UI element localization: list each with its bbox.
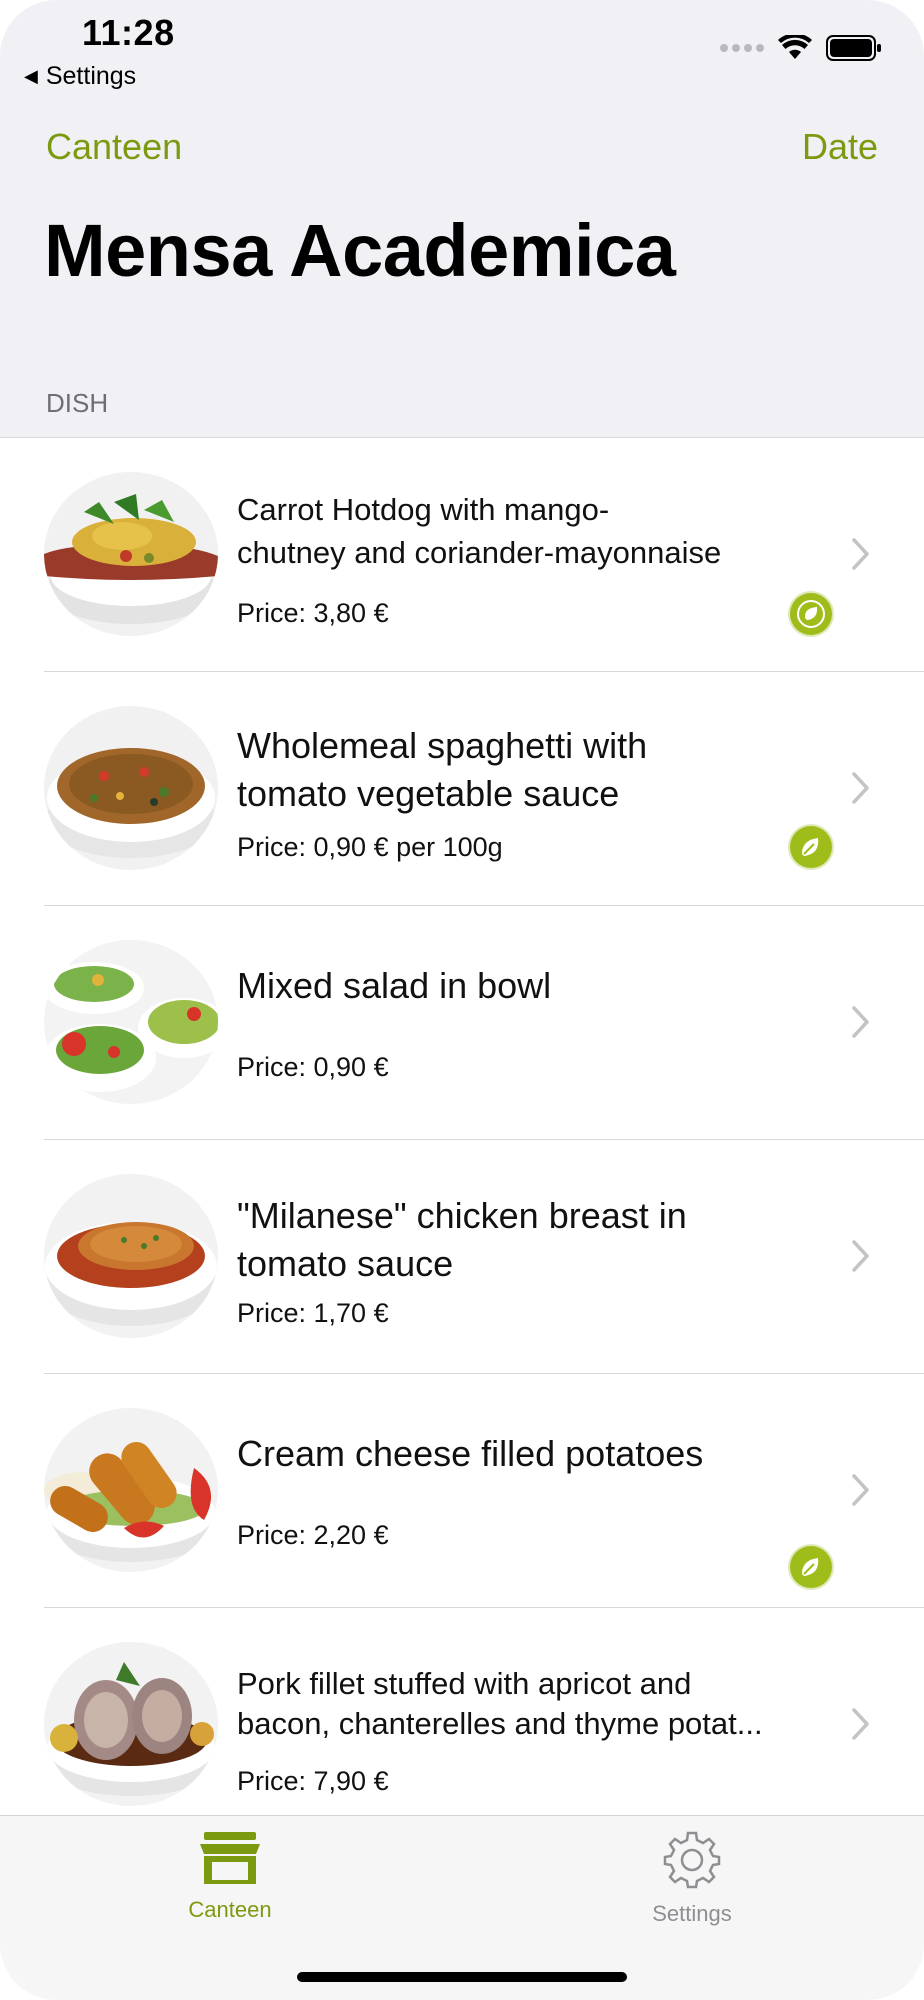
dish-photo — [44, 1408, 218, 1572]
back-app-label: Settings — [45, 62, 137, 90]
back-triangle-icon: ◀ — [24, 66, 38, 86]
dish-photo — [44, 1642, 218, 1806]
status-time: 11:28 — [82, 12, 175, 53]
chevron-right-icon — [852, 1006, 869, 1038]
back-to-app-button[interactable]: ◀ Settings — [24, 62, 136, 91]
tab-settings-label: Settings — [652, 1901, 732, 1926]
tab-canteen[interactable]: Canteen — [130, 1830, 330, 1923]
dish-row[interactable]: Mixed salad in bowl Price: 0,90 € — [0, 906, 924, 1140]
date-nav-button[interactable]: Date — [802, 126, 878, 168]
dish-name: Wholemeal spaghetti with tomato vegetabl… — [237, 725, 648, 814]
dish-name: Cream cheese filled potatoes — [237, 1433, 704, 1474]
chevron-right-icon — [852, 1240, 869, 1272]
app-screen: 11:28 ◀ Settings Canteen Date Mensa Acad… — [0, 0, 924, 2000]
chevron-right-icon — [852, 1474, 869, 1506]
dish-name: "Milanese" chicken breast in tomato sauc… — [237, 1195, 687, 1284]
gear-icon — [663, 1831, 721, 1889]
canteen-store-icon — [200, 1832, 260, 1884]
vegetarian-leaf-icon — [790, 1546, 832, 1588]
dish-photo — [44, 706, 218, 870]
tab-canteen-label: Canteen — [188, 1897, 272, 1922]
page-title: Mensa Academica — [44, 209, 676, 292]
dish-photo — [44, 1174, 218, 1338]
dish-price: Price: 7,90 € — [237, 1766, 389, 1796]
chevron-right-icon — [852, 772, 869, 804]
dish-photo — [44, 472, 218, 636]
status-icons — [720, 34, 882, 62]
dish-row[interactable]: Pork fillet stuffed with apricot and bac… — [0, 1608, 924, 1842]
home-indicator — [297, 1972, 627, 1982]
section-header: DISH — [46, 388, 109, 418]
battery-icon — [826, 35, 881, 61]
dish-price: Price: 0,90 € per 100g — [237, 832, 503, 862]
dish-row[interactable]: Cream cheese filled potatoes Price: 2,20… — [0, 1374, 924, 1608]
dish-row[interactable]: Wholemeal spaghetti with tomato vegetabl… — [0, 672, 924, 906]
dish-row[interactable]: "Milanese" chicken breast in tomato sauc… — [0, 1140, 924, 1374]
dish-price: Price: 2,20 € — [237, 1520, 389, 1550]
dish-price: Price: 3,80 € — [237, 598, 389, 628]
vegetarian-leaf-icon — [790, 826, 832, 868]
navigation-header: 11:28 ◀ Settings Canteen Date Mensa Acad… — [0, 0, 924, 438]
cellular-signal-icon — [720, 44, 764, 52]
dish-name: Carrot Hotdog with mango- chutney and co… — [237, 492, 722, 570]
canteen-nav-button[interactable]: Canteen — [46, 126, 182, 168]
dish-name: Pork fillet stuffed with apricot and bac… — [237, 1666, 763, 1741]
dish-price: Price: 1,70 € — [237, 1298, 389, 1328]
dish-list: Carrot Hotdog with mango- chutney and co… — [0, 438, 924, 1842]
dish-photo — [44, 940, 218, 1104]
dish-row[interactable]: Carrot Hotdog with mango- chutney and co… — [0, 438, 924, 672]
wifi-icon — [778, 35, 812, 59]
chevron-right-icon — [852, 1708, 869, 1740]
vegan-leaf-icon — [790, 593, 832, 635]
dish-name: Mixed salad in bowl — [237, 965, 552, 1006]
chevron-right-icon — [852, 538, 869, 570]
dish-price: Price: 0,90 € — [237, 1052, 389, 1082]
tab-settings[interactable]: Settings — [592, 1830, 792, 1927]
